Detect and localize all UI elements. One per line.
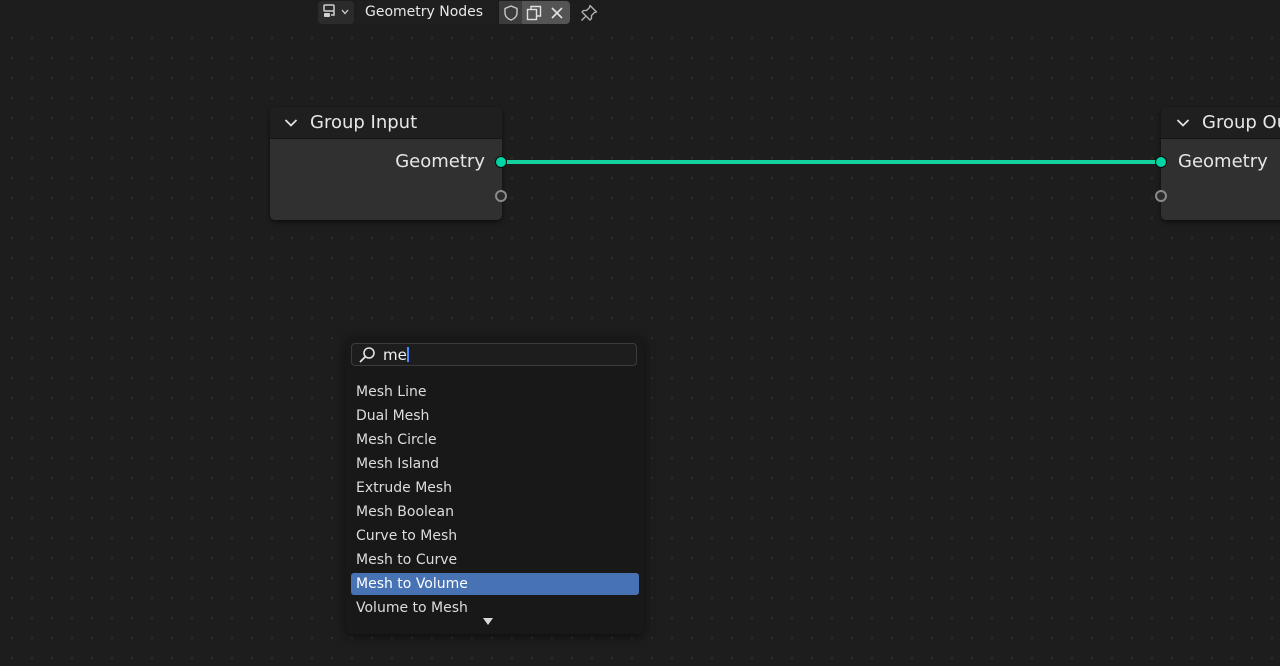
node-tree-buttons xyxy=(499,1,570,24)
empty-input-socket[interactable] xyxy=(1155,190,1167,202)
search-icon xyxy=(358,346,380,364)
search-results-list: Mesh Line Dual Mesh Mesh Circle Mesh Isl… xyxy=(351,381,639,621)
search-result-item[interactable]: Mesh Circle xyxy=(351,429,639,451)
search-input[interactable]: me xyxy=(351,343,637,366)
text-caret xyxy=(406,347,409,362)
duplicate-icon[interactable] xyxy=(522,1,545,24)
search-result-item[interactable]: Volume to Mesh xyxy=(351,597,639,619)
node-header[interactable]: Group Input xyxy=(270,107,502,139)
geometry-input-socket[interactable] xyxy=(1155,156,1167,168)
search-result-item[interactable]: Mesh Line xyxy=(351,381,639,403)
node-editor-type-icon xyxy=(323,3,339,23)
socket-label: Geometry xyxy=(1178,151,1268,172)
socket-label: Geometry xyxy=(395,151,485,172)
search-query: me xyxy=(383,345,407,364)
node-editor-header: Geometry Nodes xyxy=(0,0,1280,26)
empty-output-socket[interactable] xyxy=(495,190,507,202)
search-result-item-selected[interactable]: Mesh to Volume xyxy=(351,573,639,595)
fake-user-shield-icon[interactable] xyxy=(499,1,522,24)
pin-icon[interactable] xyxy=(578,2,600,24)
search-result-item[interactable]: Extrude Mesh xyxy=(351,477,639,499)
close-icon[interactable] xyxy=(545,1,568,24)
add-node-search-popup: me Mesh Line Dual Mesh Mesh Circle Mesh … xyxy=(346,336,644,634)
chevron-down-icon xyxy=(341,8,349,18)
search-result-item[interactable]: Curve to Mesh xyxy=(351,525,639,547)
node-tree-name-field[interactable]: Geometry Nodes xyxy=(356,1,496,24)
node-editor-canvas[interactable]: Geometry Nodes Group Input Geometry Grou… xyxy=(0,0,1280,666)
node-header[interactable]: Group Ou xyxy=(1161,107,1280,139)
geometry-output-socket[interactable] xyxy=(495,156,507,168)
search-result-item[interactable]: Mesh Boolean xyxy=(351,501,639,523)
chevron-down-icon[interactable] xyxy=(1176,118,1194,128)
search-result-item[interactable]: Mesh Island xyxy=(351,453,639,475)
search-result-item[interactable]: Mesh to Curve xyxy=(351,549,639,571)
geometry-link[interactable] xyxy=(501,160,1161,164)
chevron-down-icon[interactable] xyxy=(284,118,302,128)
scroll-down-arrow-icon[interactable] xyxy=(482,612,494,625)
search-result-item[interactable]: Dual Mesh xyxy=(351,405,639,427)
node-title: Group Input xyxy=(310,112,418,133)
group-output-node[interactable]: Group Ou Geometry xyxy=(1161,107,1280,220)
editor-type-button[interactable] xyxy=(318,1,354,24)
node-title: Group Ou xyxy=(1202,112,1280,133)
group-input-node[interactable]: Group Input Geometry xyxy=(270,107,507,220)
